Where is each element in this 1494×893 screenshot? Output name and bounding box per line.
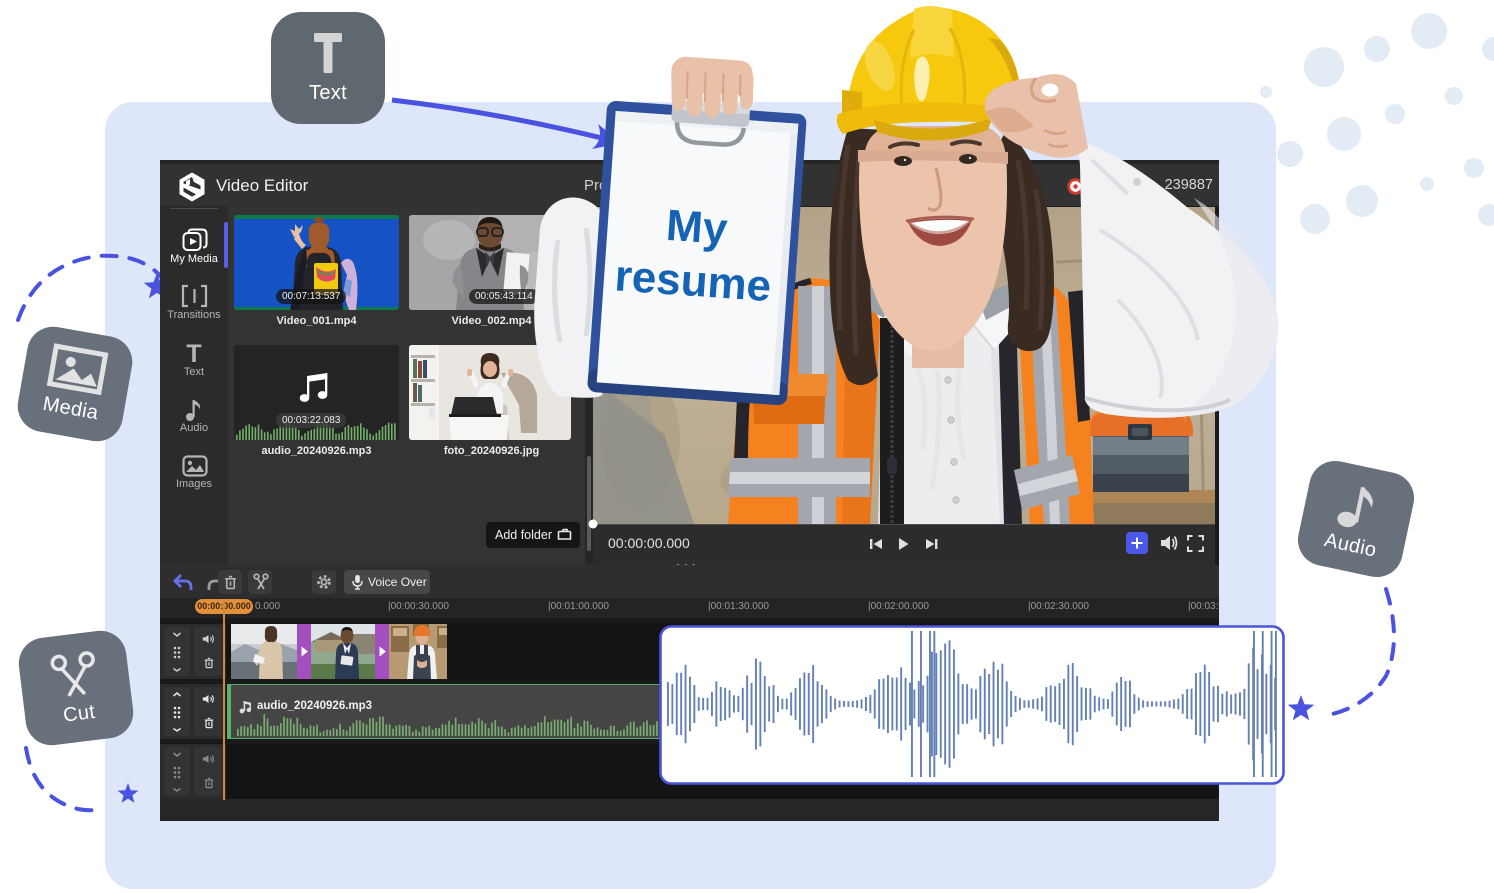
svg-text:My: My	[665, 201, 730, 254]
